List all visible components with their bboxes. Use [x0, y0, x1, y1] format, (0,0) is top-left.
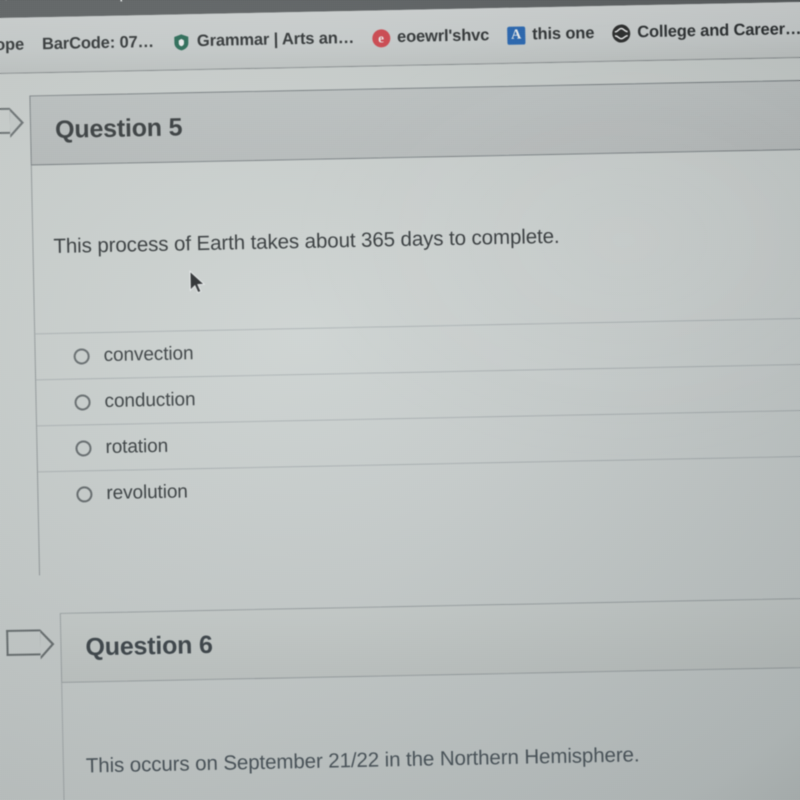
quiz-page-body: Question 5 1 This process of Earth takes…: [0, 57, 800, 800]
answer-label: conduction: [104, 388, 196, 412]
bookmark-eoewrlshvc[interactable]: e eoewrl'shvc: [363, 19, 499, 56]
answer-label: revolution: [106, 480, 188, 504]
grammarly-shield-icon: [172, 33, 190, 51]
radio-button-icon[interactable]: [75, 439, 92, 457]
eoe-circle-icon: e: [371, 28, 391, 48]
question-block-6: Question 6 1 This occurs on September 21…: [59, 596, 800, 800]
bookmark-label: BarCode: 07…: [41, 32, 155, 54]
browser-window: courses/36649/quizzes/148506/take Rope B…: [0, 0, 800, 800]
bookmark-barcode[interactable]: BarCode: 07…: [33, 25, 164, 62]
bookmark-grammarly[interactable]: Grammar | Arts an…: [163, 21, 364, 59]
bookmark-label: Grammar | Arts an…: [196, 28, 355, 51]
answer-options-5[interactable]: convection conduction rotation revolutio…: [35, 316, 800, 518]
question-block-5: Question 5 1 This process of Earth takes…: [29, 78, 800, 576]
flag-bookmark-icon-q5[interactable]: [0, 107, 11, 135]
question-body-6: This occurs on September 21/22 in the No…: [61, 666, 800, 800]
screen-photo: courses/36649/quizzes/148506/take Rope B…: [0, 0, 800, 800]
question-body-5: This process of Earth takes about 365 da…: [30, 148, 800, 576]
radio-button-icon[interactable]: [74, 393, 91, 411]
question-text: This process of Earth takes about 365 da…: [53, 224, 560, 258]
answer-label: convection: [103, 342, 194, 366]
bookmark-label: this one: [532, 24, 595, 44]
question-title: Question 5: [54, 112, 183, 144]
globe-icon: [612, 23, 631, 43]
bookmark-rope[interactable]: Rope: [0, 28, 33, 63]
bookmark-label: College and Career…: [637, 19, 800, 42]
question-text: This occurs on September 21/22 in the No…: [85, 743, 640, 778]
radio-button-icon[interactable]: [73, 347, 90, 365]
bookmark-college-and-career[interactable]: College and Career…: [603, 12, 800, 50]
bookmark-label: Rope: [0, 35, 25, 55]
achieve-a-icon: A: [507, 25, 526, 45]
answer-label: rotation: [105, 435, 169, 458]
mouse-arrow-pointer: [189, 270, 206, 294]
bookmark-this-one[interactable]: A this one: [498, 16, 604, 52]
flag-bookmark-icon-q6[interactable]: [6, 629, 41, 657]
url-text[interactable]: courses/36649/quizzes/148506/take: [0, 0, 289, 6]
bookmark-label: eoewrl'shvc: [396, 26, 490, 47]
radio-button-icon[interactable]: [76, 485, 93, 503]
question-title: Question 6: [85, 630, 213, 661]
